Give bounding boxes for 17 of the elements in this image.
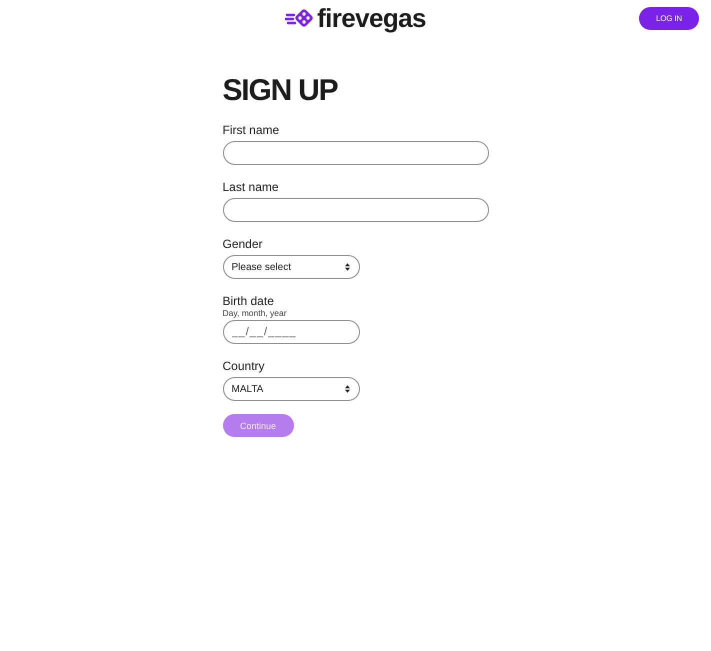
field-label: Country xyxy=(222,359,265,373)
field-label: Gender xyxy=(222,237,263,251)
date-input-field[interactable]: __/__/____ xyxy=(222,320,360,344)
field-label: Last name xyxy=(222,180,279,194)
field-label: Birth date xyxy=(222,294,274,308)
logo-icon xyxy=(285,7,316,29)
field-hint: Day, month, year xyxy=(222,309,287,318)
select-dropdown[interactable]: Please select xyxy=(222,255,360,279)
sort-arrows-icon xyxy=(344,263,350,271)
login-button[interactable]: LOG IN xyxy=(639,6,699,30)
field-label: First name xyxy=(222,123,280,137)
sort-arrows-icon xyxy=(344,385,350,393)
text-input-field[interactable] xyxy=(222,141,488,165)
text-input-field[interactable] xyxy=(222,198,488,222)
logo-text: firevegas xyxy=(317,3,426,33)
page-heading: SIGN UP xyxy=(222,74,339,108)
select-dropdown[interactable]: MALTA xyxy=(222,377,360,401)
